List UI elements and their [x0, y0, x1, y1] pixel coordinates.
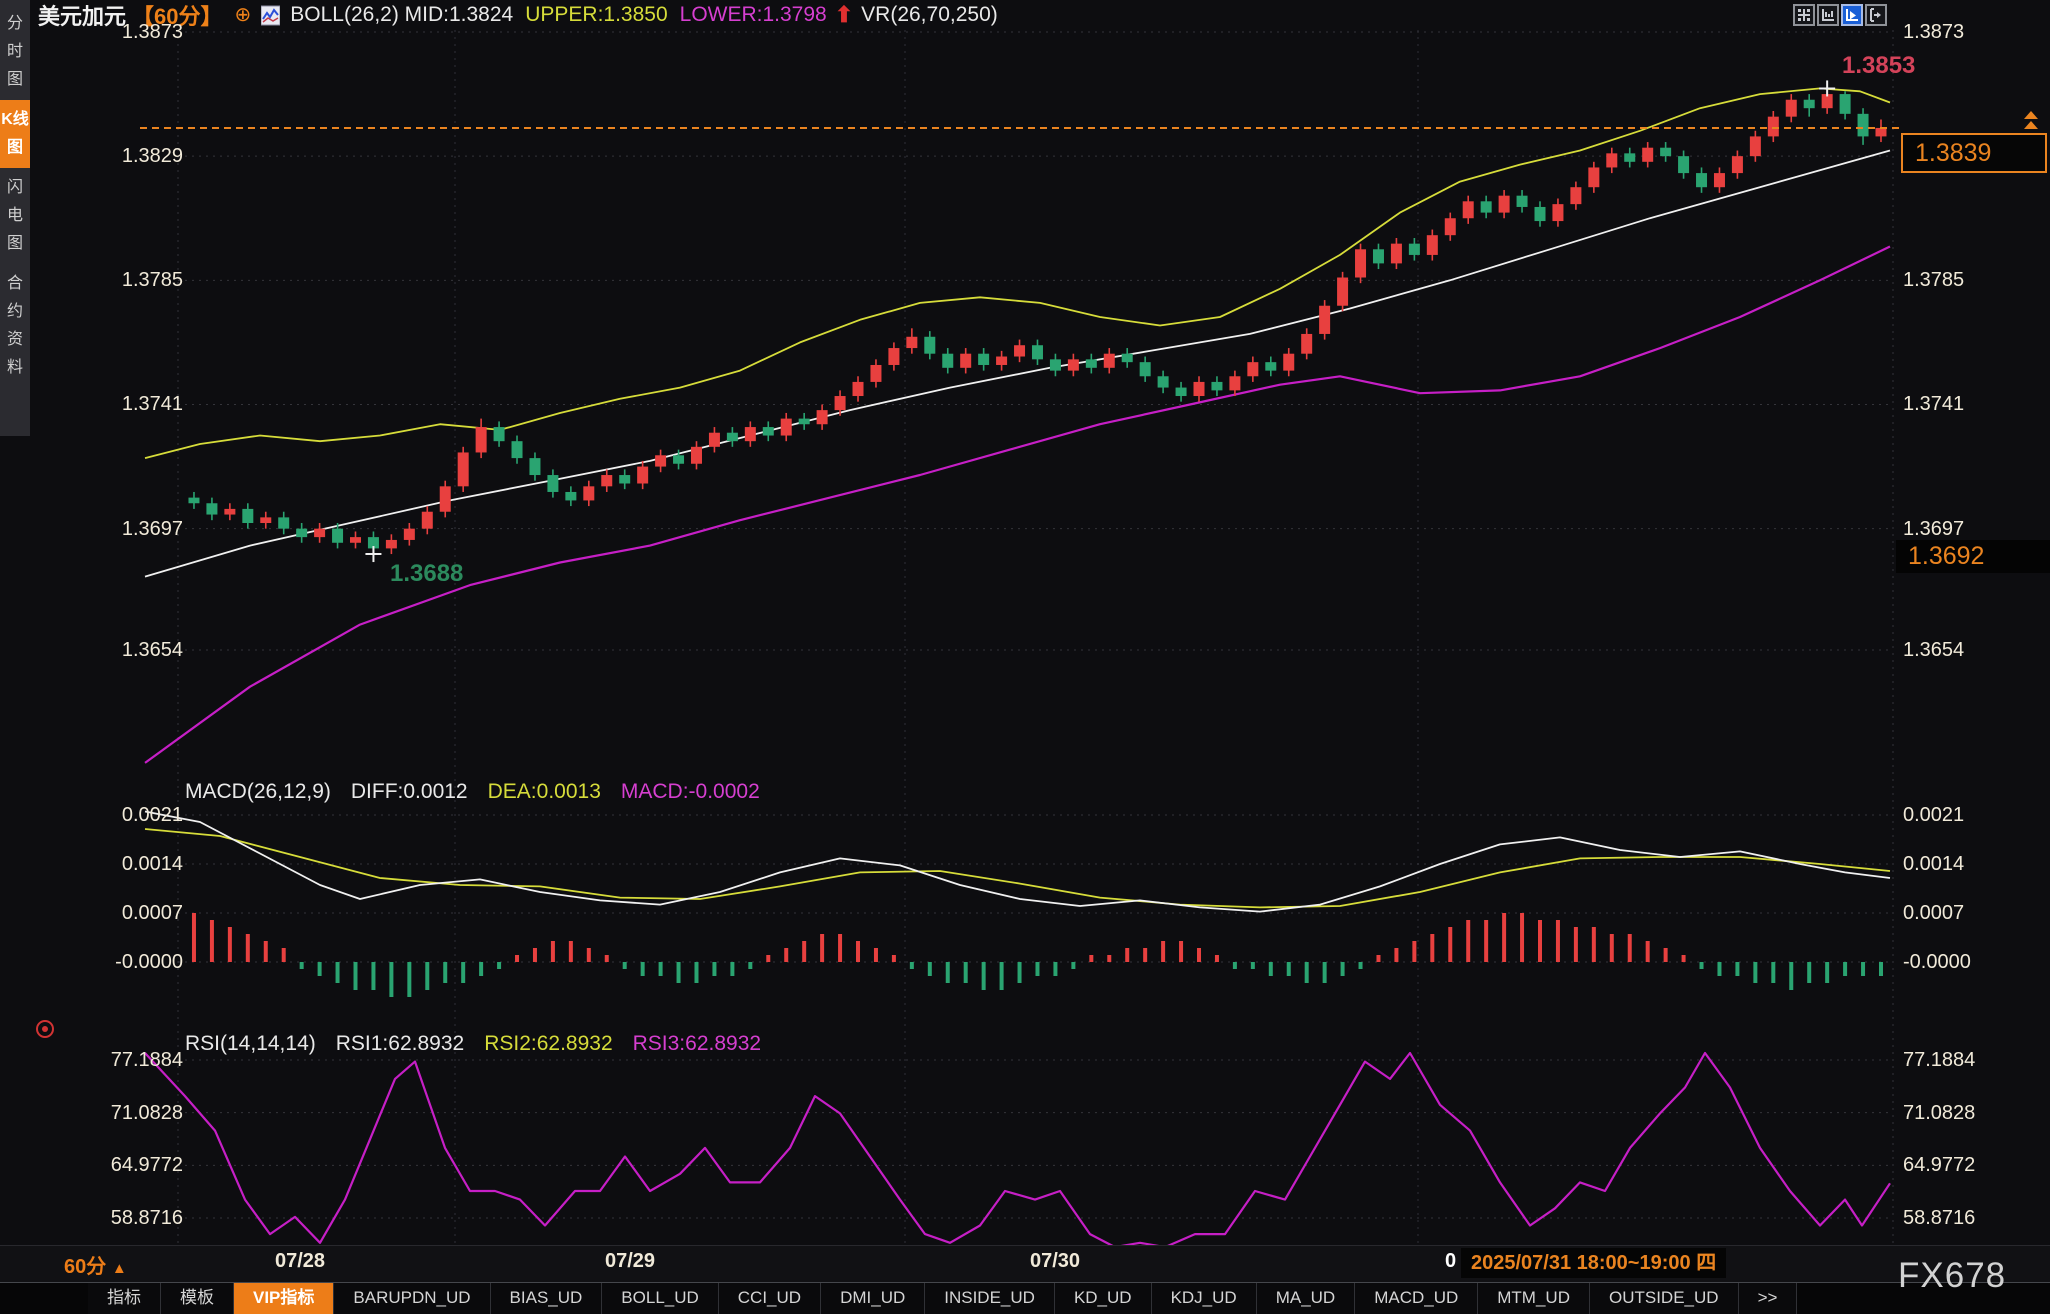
- axis-label: -0.0000: [99, 952, 183, 972]
- sidebar-item-tab[interactable]: 合约资料: [0, 264, 30, 388]
- chart-type-sidebar: 分时图K线图闪电图合约资料: [0, 0, 30, 436]
- indicator-chart-icon[interactable]: [261, 5, 280, 26]
- tab-BARUPDN_UD[interactable]: BARUPDN_UD: [334, 1283, 490, 1314]
- target-icon[interactable]: [36, 1020, 54, 1038]
- tab-VIP[interactable]: VIP指标: [234, 1283, 334, 1314]
- macd-title: MACD(26,12,9): [185, 780, 331, 804]
- axis-label: 1.3873: [1903, 22, 1964, 42]
- circle-plus-icon[interactable]: ⊕: [235, 5, 252, 25]
- sidebar-item-tab[interactable]: 分时图: [0, 4, 30, 100]
- tab-BOLL_UD[interactable]: BOLL_UD: [602, 1283, 718, 1314]
- sidebar-item-active[interactable]: K线图: [0, 100, 30, 168]
- axis-label: 64.9772: [1903, 1155, 1975, 1175]
- axis-label: 71.0828: [99, 1103, 183, 1123]
- axis-label: 0.0014: [1903, 854, 1964, 874]
- axis-label: 1.3785: [1903, 270, 1964, 290]
- axis-label: 1.3785: [99, 270, 183, 290]
- tab-KD_UD[interactable]: KD_UD: [1055, 1283, 1152, 1314]
- rsi-header: RSI(14,14,14) RSI1:62.8932 RSI2:62.8932 …: [185, 1032, 761, 1056]
- tab-[interactable]: >>: [1739, 1283, 1798, 1314]
- rsi-title: RSI(14,14,14): [185, 1032, 316, 1056]
- axis-label: 1.3697: [1903, 519, 1964, 539]
- tab-OUTSIDE_UD[interactable]: OUTSIDE_UD: [1590, 1283, 1739, 1314]
- axis-label: 1.3654: [99, 640, 183, 660]
- axis-label: 1.3697: [99, 519, 183, 539]
- axis-label: 1.3741: [99, 394, 183, 414]
- sidebar-item-tab[interactable]: 闪电图: [0, 168, 30, 264]
- axis-label: 1.3829: [99, 146, 183, 166]
- vr-readout: VR(26,70,250): [861, 3, 998, 27]
- date-label: 07/29: [580, 1250, 680, 1273]
- bar-index: 0: [1445, 1250, 1456, 1273]
- macd-header: MACD(26,12,9) DIFF:0.0012 DEA:0.0013 MAC…: [185, 780, 760, 804]
- auto-scroll-button[interactable]: [1841, 4, 1863, 26]
- tab-CCI_UD[interactable]: CCI_UD: [719, 1283, 821, 1314]
- axis-label: 58.8716: [1903, 1208, 1975, 1228]
- axis-label: 0.0021: [99, 805, 183, 825]
- boll-readout: BOLL(26,2) MID:1.3824: [290, 3, 513, 27]
- tab-BIAS_UD[interactable]: BIAS_UD: [491, 1283, 603, 1314]
- move-crosshair-button[interactable]: [1793, 4, 1815, 26]
- tab-MACD_UD[interactable]: MACD_UD: [1355, 1283, 1478, 1314]
- axis-label: 77.1884: [1903, 1050, 1975, 1070]
- tab-DMI_UD[interactable]: DMI_UD: [821, 1283, 925, 1314]
- tab-KDJ_UD[interactable]: KDJ_UD: [1152, 1283, 1257, 1314]
- swing-low-label: 1.3688: [390, 560, 463, 588]
- rsi2-readout: RSI2:62.8932: [484, 1032, 612, 1056]
- date-label: 07/28: [250, 1250, 350, 1273]
- axis-label: 71.0828: [1903, 1103, 1975, 1123]
- last-price-box: 1.3839: [1901, 133, 2047, 173]
- rsi3-readout: RSI3:62.8932: [633, 1032, 761, 1056]
- boll-upper-readout: UPPER:1.3850: [525, 3, 667, 27]
- axis-label: 0.0014: [99, 854, 183, 874]
- tab-INSIDE_UD[interactable]: INSIDE_UD: [925, 1283, 1055, 1314]
- axis-label: 1.3873: [99, 22, 183, 42]
- day-low-price-box: 1.3692: [1896, 540, 2050, 573]
- macd-dea-readout: DEA:0.0013: [488, 780, 601, 804]
- axis-label: 0.0007: [99, 903, 183, 923]
- session-high-label: 1.3853: [1842, 52, 1915, 80]
- tab-[interactable]: 模板: [161, 1283, 234, 1314]
- tab-MA_UD[interactable]: MA_UD: [1257, 1283, 1356, 1314]
- axis-label: 64.9772: [99, 1155, 183, 1175]
- axis-label: 0.0021: [1903, 805, 1964, 825]
- indicator-tabbar: 指标模板VIP指标BARUPDN_UDBIAS_UDBOLL_UDCCI_UDD…: [0, 1282, 2050, 1314]
- macd-hist-readout: MACD:-0.0002: [621, 780, 760, 804]
- axis-label: 1.3654: [1903, 640, 1964, 660]
- macd-diff-readout: DIFF:0.0012: [351, 780, 468, 804]
- shift-right-button[interactable]: [1865, 4, 1887, 26]
- tab-[interactable]: 指标: [88, 1283, 161, 1314]
- chart-canvas[interactable]: [0, 0, 2050, 1314]
- scroll-up-arrows-icon[interactable]: [2024, 111, 2038, 131]
- chart-app: 分时图K线图闪电图合约资料 美元加元 【60分】 ⊕ BOLL(26,2) MI…: [0, 0, 2050, 1314]
- rsi1-readout: RSI1:62.8932: [336, 1032, 464, 1056]
- axis-label: 58.8716: [99, 1208, 183, 1228]
- axis-label: 1.3741: [1903, 394, 1964, 414]
- current-candle-time-box: 2025/07/31 18:00~19:00 四: [1461, 1248, 1726, 1278]
- up-arrow-icon: ⬆: [835, 2, 853, 28]
- axis-label: -0.0000: [1903, 952, 1971, 972]
- axis-label: 77.1884: [99, 1050, 183, 1070]
- axis-scale-button[interactable]: [1817, 4, 1839, 26]
- boll-lower-readout: LOWER:1.3798: [680, 3, 827, 27]
- period-badge[interactable]: 60分 ▲: [64, 1250, 127, 1279]
- tab-MTM_UD[interactable]: MTM_UD: [1478, 1283, 1590, 1314]
- date-label: 07/30: [1005, 1250, 1105, 1273]
- brand-watermark: FX678: [1898, 1256, 2006, 1296]
- axis-label: 0.0007: [1903, 903, 1964, 923]
